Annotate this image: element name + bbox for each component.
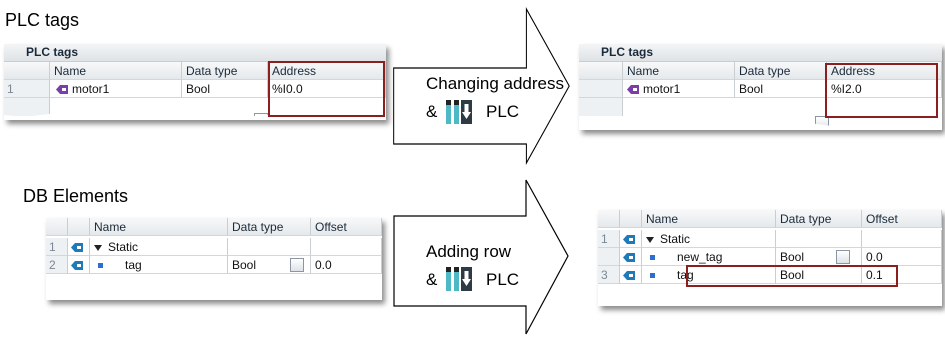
- offset-cell: 0.0: [862, 248, 942, 266]
- tag-name: new_tag: [677, 250, 723, 264]
- static-row-name[interactable]: Static: [90, 238, 228, 256]
- arrow-label: Changing address: [426, 74, 564, 93]
- data-type-cell[interactable]: Bool: [182, 80, 268, 98]
- data-type-cell[interactable]: Bool: [776, 248, 862, 266]
- db-elements-panel-before: Name Data type Offset 1 Static 2 tag Boo…: [46, 218, 382, 300]
- static-row-name[interactable]: Static: [642, 230, 776, 248]
- arrow-label: Adding row: [426, 242, 512, 261]
- row-number[interactable]: 3: [598, 266, 620, 284]
- row-number-header: [4, 62, 50, 80]
- torn-edge: [579, 123, 942, 130]
- tag-name-cell[interactable]: motor1: [50, 80, 182, 98]
- plc-tags-title: PLC tags: [5, 10, 80, 30]
- offset-cell: [311, 238, 382, 256]
- plc-label: PLC: [486, 102, 520, 121]
- column-header-data-type[interactable]: Data type: [182, 62, 268, 80]
- row-number-header: [598, 210, 620, 228]
- add-row-arrow: Adding row & PLC: [392, 178, 570, 336]
- data-type-value: Bool: [780, 250, 805, 264]
- plc-label: PLC: [486, 270, 520, 289]
- new-tag-row-name[interactable]: new_tag: [642, 248, 776, 266]
- tag-name: tag: [125, 258, 142, 272]
- panel-header: PLC tags: [579, 44, 942, 62]
- panel-header: PLC tags: [4, 44, 386, 62]
- static-label: Static: [108, 240, 139, 254]
- offset-cell: [862, 230, 942, 248]
- tag-icon: [627, 85, 639, 95]
- tag-icon-cell: [620, 266, 642, 284]
- tag-icon: [71, 243, 83, 253]
- column-header-name[interactable]: Name: [623, 62, 735, 80]
- tag-icon: [623, 235, 635, 245]
- tag-icon: [71, 261, 83, 271]
- ampersand-label: &: [426, 102, 438, 121]
- column-header-name[interactable]: Name: [50, 62, 182, 80]
- tag-icon: [623, 271, 635, 281]
- data-type-cell[interactable]: Bool: [228, 256, 311, 274]
- address-highlight-after: [825, 63, 938, 118]
- data-type-value: Bool: [232, 258, 257, 272]
- tag-icon-cell: [68, 238, 90, 256]
- db-elements-panel-after: Name Data type Offset 1 Static new_tag B…: [598, 210, 942, 306]
- address-highlight-before: [268, 61, 385, 117]
- ampersand-label: &: [426, 270, 438, 289]
- row-number[interactable]: 2: [46, 256, 68, 274]
- tag-icon-cell: [620, 230, 642, 248]
- tag-icon-cell: [620, 248, 642, 266]
- row-number[interactable]: 1: [4, 80, 50, 98]
- column-header-name[interactable]: Name: [642, 210, 776, 228]
- empty-row-number: [579, 98, 623, 116]
- download-to-plc-icon: [445, 99, 473, 125]
- tag-name-cell[interactable]: motor1: [623, 80, 735, 98]
- column-header-name[interactable]: Name: [90, 218, 228, 236]
- tag-icon: [56, 85, 68, 95]
- browse-icon[interactable]: [290, 258, 304, 272]
- row-number-header: [579, 62, 623, 80]
- column-header-offset[interactable]: Offset: [311, 218, 382, 236]
- browse-icon[interactable]: [836, 250, 850, 264]
- tag-icon-cell: [68, 256, 90, 274]
- row-number[interactable]: [598, 248, 620, 266]
- member-bullet-icon: [650, 255, 655, 261]
- static-label: Static: [660, 232, 691, 246]
- data-type-cell[interactable]: Bool: [735, 80, 827, 98]
- column-header-data-type[interactable]: Data type: [776, 210, 862, 228]
- row-number[interactable]: 1: [46, 238, 68, 256]
- tag-icon: [623, 253, 635, 263]
- icon-column-header: [68, 218, 90, 236]
- offset-cell: 0.0: [311, 256, 382, 274]
- row-number[interactable]: 1: [598, 230, 620, 248]
- data-type-cell[interactable]: [776, 230, 862, 248]
- column-header-offset[interactable]: Offset: [862, 210, 942, 228]
- torn-edge: [598, 299, 942, 306]
- added-row-highlight: [686, 265, 898, 287]
- row-number-header: [46, 218, 68, 236]
- member-bullet-icon: [98, 263, 103, 269]
- tag-row-name[interactable]: tag: [90, 256, 228, 274]
- torn-edge: [46, 293, 382, 300]
- expand-triangle-icon[interactable]: [646, 236, 654, 243]
- db-elements-title: DB Elements: [23, 186, 129, 206]
- data-type-cell[interactable]: [228, 238, 311, 256]
- expand-triangle-icon[interactable]: [94, 244, 102, 251]
- icon-column-header: [620, 210, 642, 228]
- row-number[interactable]: [579, 80, 623, 98]
- tag-name: motor1: [72, 82, 110, 96]
- member-bullet-icon: [650, 273, 655, 279]
- column-header-data-type[interactable]: Data type: [228, 218, 311, 236]
- download-to-plc-icon: [445, 266, 473, 292]
- tag-name: motor1: [643, 82, 681, 96]
- change-address-arrow: Changing address & PLC: [392, 6, 570, 168]
- column-header-data-type[interactable]: Data type: [735, 62, 827, 80]
